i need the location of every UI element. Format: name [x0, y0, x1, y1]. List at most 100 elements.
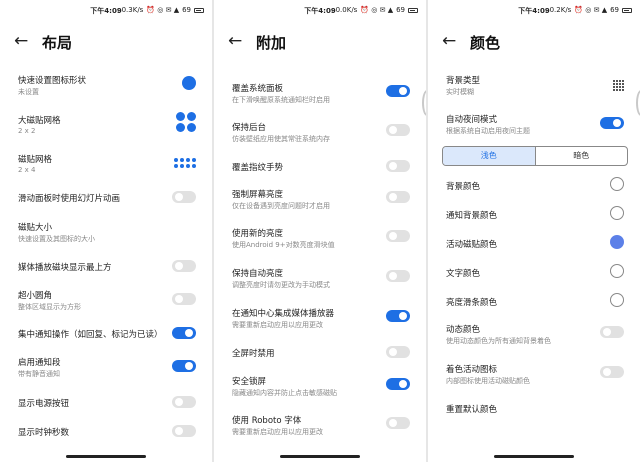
row-title: 重置默认颜色 [446, 405, 498, 415]
settings-row[interactable]: 覆盖指纹手势 [232, 157, 414, 185]
settings-row[interactable]: 着色活动图标 内部图标使用活动磁贴颜色 [446, 363, 628, 391]
status-icons: ...0.2K/s ⏰ ◎ ✉ ▲ 69 [543, 6, 632, 14]
toggle-switch[interactable] [386, 124, 410, 136]
row-subtitle: 快速设置及其图标的大小 [18, 235, 95, 243]
settings-row[interactable]: 磁贴大小 快速设置及其图标的大小 [18, 221, 200, 249]
radio-button[interactable] [610, 264, 624, 278]
toggle-switch[interactable] [172, 191, 196, 203]
row-subtitle: 调整亮度时请勿更改为手动模式 [232, 281, 330, 289]
radio-button[interactable] [610, 235, 624, 249]
toggle-switch[interactable] [172, 425, 196, 437]
settings-row[interactable]: 集中通知操作（如回复、标记为已读） [18, 324, 200, 352]
network-speed: ...0.0K/s [328, 6, 358, 14]
row-title: 覆盖系统面板 [232, 84, 284, 94]
theme-tabs: 浅色 暗色 [442, 146, 628, 166]
row-title: 显示电源按钮 [18, 399, 70, 409]
toggle-switch[interactable] [172, 396, 196, 408]
toggle-switch[interactable] [386, 191, 410, 203]
settings-row[interactable]: 覆盖系统面板 在下滑唤醒原系统通知栏时启用 [232, 82, 414, 110]
settings-row[interactable]: 亮度滑条颜色 [446, 292, 628, 320]
network-speed: ...0.3K/s [114, 6, 144, 14]
back-arrow-icon[interactable]: ← [442, 32, 456, 50]
settings-row[interactable]: 活动磁贴颜色 [446, 234, 628, 262]
settings-row[interactable]: 使用新的亮度 使用Android 9+对数亮度滑块值 [232, 227, 414, 255]
settings-row[interactable]: 显示电源按钮 [18, 393, 200, 421]
page-title: 布局 [42, 34, 73, 52]
radio-button[interactable] [610, 293, 624, 307]
settings-row[interactable]: 大磁贴网格 2 x 2 [18, 112, 200, 142]
toggle-switch[interactable] [600, 326, 624, 338]
settings-row[interactable]: 文字颜色 [446, 263, 628, 291]
settings-row[interactable]: 通知背景颜色 [446, 205, 628, 233]
settings-row[interactable]: 媒体播放磁块显示最上方 [18, 257, 200, 285]
home-indicator[interactable] [66, 455, 146, 458]
row-title: 磁贴网格 [18, 155, 53, 165]
row-subtitle: 实时模糊 [446, 88, 474, 96]
status-bar: 下午4:09 ...0.2K/s ⏰ ◎ ✉ ▲ 69 [428, 0, 640, 20]
radio-button[interactable] [610, 206, 624, 220]
battery-level: 69 [610, 6, 619, 14]
row-title: 在通知中心集成媒体播放器 [232, 309, 335, 319]
settings-row[interactable]: 快速设置图标形状 未设置 [18, 74, 200, 102]
battery-level: 69 [182, 6, 191, 14]
row-subtitle: 隐藏通知内容并防止点击敏感磁贴 [232, 389, 337, 397]
toggle-switch[interactable] [386, 160, 410, 172]
settings-row[interactable]: 背景颜色 [446, 176, 628, 204]
settings-row[interactable]: 重置默认颜色 [446, 399, 628, 427]
grid-2x4-icon [174, 155, 196, 168]
settings-row[interactable]: 超小圆角 整体区域显示为方形 [18, 289, 200, 317]
settings-row[interactable]: 安全锁屏 隐藏通知内容并防止点击敏感磁贴 [232, 375, 414, 403]
row-title: 大磁贴网格 [18, 116, 61, 126]
row-title: 安全锁屏 [232, 377, 267, 387]
toggle-switch[interactable] [600, 117, 624, 129]
back-arrow-icon[interactable]: ← [14, 32, 28, 50]
row-title: 全屏时禁用 [232, 349, 275, 359]
tab-dark[interactable]: 暗色 [536, 147, 628, 165]
toggle-switch[interactable] [386, 230, 410, 242]
settings-row[interactable]: 滑动面板时使用幻灯片动画 [18, 188, 200, 216]
row-subtitle: 未设置 [18, 88, 39, 96]
settings-row[interactable]: 在通知中心集成媒体播放器 需要重新启动应用以应用更改 [232, 307, 414, 335]
settings-row[interactable]: 背景类型 实时模糊 [446, 74, 628, 102]
toggle-switch[interactable] [172, 327, 196, 339]
row-subtitle: 2 x 4 [18, 166, 36, 174]
settings-row[interactable]: 保持后台 仿装壁纸应用使其常驻系统内存 [232, 121, 414, 149]
row-title: 动态颜色 [446, 325, 481, 335]
toggle-switch[interactable] [386, 378, 410, 390]
row-subtitle: 仅在设备遇到亮度问题时才启用 [232, 202, 330, 210]
battery-icon [194, 7, 204, 13]
status-bar: 下午4:09 ...0.0K/s ⏰ ◎ ✉ ▲ 69 [214, 0, 426, 20]
toggle-switch[interactable] [172, 260, 196, 272]
toggle-switch[interactable] [600, 366, 624, 378]
status-icons-glyphs: ⏰ ◎ ✉ ▲ [360, 6, 394, 14]
radio-button[interactable] [610, 177, 624, 191]
battery-icon [408, 7, 418, 13]
back-arrow-icon[interactable]: ← [228, 32, 242, 50]
grid-2x2-icon [176, 112, 196, 132]
toggle-switch[interactable] [386, 85, 410, 97]
settings-row[interactable]: 强制屏幕亮度 仅在设备遇到亮度问题时才启用 [232, 188, 414, 216]
toggle-switch[interactable] [386, 346, 410, 358]
row-title: 覆盖指纹手势 [232, 163, 284, 173]
settings-row[interactable]: 使用 Roboto 字体 需要重新启动应用以应用更改 [232, 414, 414, 442]
settings-row[interactable]: 保持自动亮度 调整亮度时请勿更改为手动模式 [232, 267, 414, 295]
row-subtitle: 使用动态颜色为所有通知背景着色 [446, 337, 551, 345]
settings-row[interactable]: 磁贴网格 2 x 4 [18, 153, 200, 181]
home-indicator[interactable] [280, 455, 360, 458]
row-title: 磁贴大小 [18, 223, 53, 233]
row-title: 通知背景颜色 [446, 211, 498, 221]
toggle-switch[interactable] [172, 293, 196, 305]
settings-row[interactable]: 自动夜间模式 根据系统自动启用夜间主题 [446, 113, 628, 141]
settings-row[interactable]: 显示时钟秒数 [18, 422, 200, 450]
settings-row[interactable]: 动态颜色 使用动态颜色为所有通知背景着色 [446, 323, 628, 351]
toggle-switch[interactable] [386, 417, 410, 429]
toggle-switch[interactable] [386, 310, 410, 322]
toggle-switch[interactable] [172, 360, 196, 372]
status-bar: 下午4:09 ...0.3K/s ⏰ ◎ ✉ ▲ 69 [0, 0, 212, 20]
home-indicator[interactable] [494, 455, 574, 458]
settings-row[interactable]: 启用通知段 带有静音通知 [18, 356, 200, 384]
row-subtitle: 使用Android 9+对数亮度滑块值 [232, 241, 335, 249]
settings-row[interactable]: 全屏时禁用 [232, 343, 414, 371]
tab-light[interactable]: 浅色 [443, 147, 536, 165]
toggle-switch[interactable] [386, 270, 410, 282]
